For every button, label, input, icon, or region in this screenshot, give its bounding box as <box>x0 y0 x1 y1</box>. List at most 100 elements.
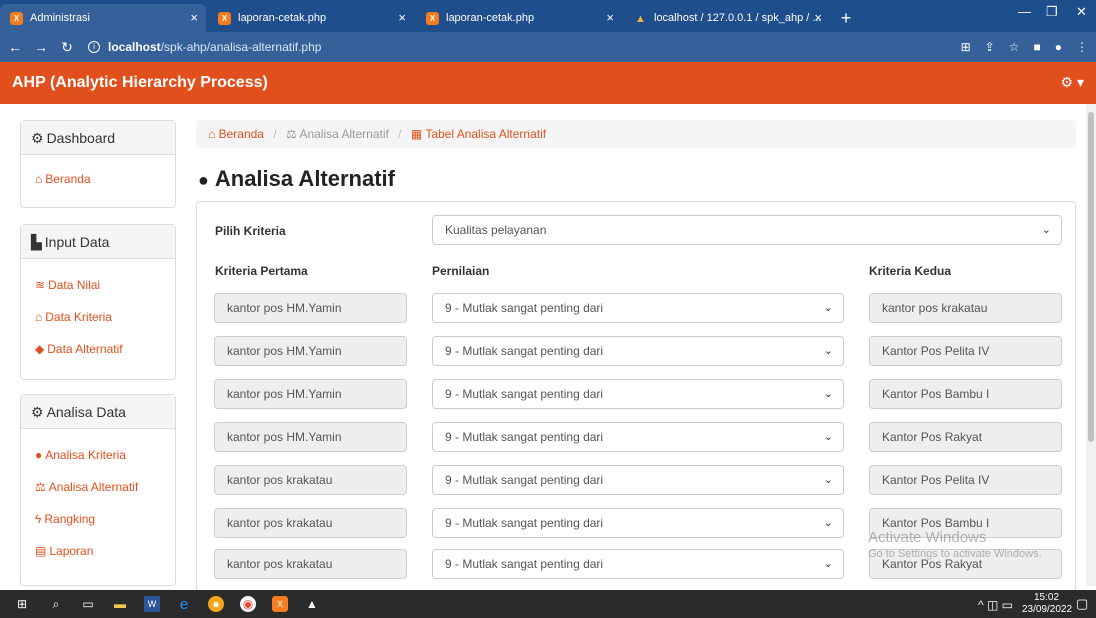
address-bar: ← → ↻ i localhost /spk-ahp/analisa-alter… <box>0 32 1096 62</box>
kriteria-select[interactable]: Kualitas pelayanan ⌄ <box>432 215 1062 245</box>
breadcrumb-analisa[interactable]: ⚖ Analisa Alternatif <box>286 127 389 141</box>
bookmark-star-icon[interactable]: ☆ <box>1009 40 1020 54</box>
clock-time[interactable]: 15:02 <box>1034 592 1059 603</box>
chevron-down-icon: ⌄ <box>823 474 833 486</box>
select-value: 9 - Mutlak sangat penting dari <box>445 344 604 358</box>
close-tab-icon[interactable]: × <box>606 10 614 25</box>
forward-icon[interactable]: → <box>30 39 52 55</box>
sidebar-item-beranda[interactable]: ⌂ Beranda <box>21 163 175 195</box>
sidebar-item-label: Rangking <box>44 512 96 526</box>
select-value: 9 - Mutlak sangat penting dari <box>445 301 604 315</box>
sidebar-item-analisa-alternatif[interactable]: ⚖ Analisa Alternatif <box>21 471 175 503</box>
penilaian-select[interactable]: 9 - Mutlak sangat penting dari ⌄ <box>432 336 844 366</box>
field-value: Kantor Pos Bambu I <box>882 387 990 401</box>
settings-gear-icon[interactable]: ⚙ ▾ <box>1061 74 1084 91</box>
panel-heading: ⚙ Dashboard <box>21 121 175 155</box>
xampp-icon[interactable]: X <box>272 596 288 612</box>
site-info-icon[interactable]: i <box>88 41 100 53</box>
translate-icon[interactable]: ⊞ <box>961 40 971 54</box>
kriteria-pertama-field: kantor pos HM.Yamin <box>214 336 407 366</box>
sidebar-item-analisa-kriteria[interactable]: ● Analisa Kriteria <box>21 439 175 471</box>
browser-tab[interactable]: X laporan-cetak.php × <box>208 4 414 32</box>
sidebar-panel-analisa: ⚙ Analisa Data ● Analisa Kriteria ⚖ Analisa… <box>20 394 176 586</box>
browser-tab[interactable]: ▲ localhost / 127.0.0.1 / spk_ahp / ... … <box>624 4 830 32</box>
page-title-text: Analisa Alternatif <box>214 166 395 191</box>
sidebar-item-data-alternatif[interactable]: ◆ Data Alternatif <box>21 333 175 365</box>
penilaian-select[interactable]: 9 - Mutlak sangat penting dari ⌄ <box>432 465 844 495</box>
breadcrumb-separator: / <box>398 127 402 141</box>
field-value: kantor pos HM.Yamin <box>227 301 342 315</box>
page-scrollbar[interactable] <box>1086 104 1096 586</box>
photos-icon[interactable]: ▲ <box>304 596 320 612</box>
penilaian-select[interactable]: 9 - Mutlak sangat penting dari ⌄ <box>432 508 844 538</box>
select-value: 9 - Mutlak sangat penting dari <box>445 387 604 401</box>
field-value: kantor pos HM.Yamin <box>227 344 342 358</box>
minimize-icon[interactable]: — <box>1018 4 1031 19</box>
select-value: 9 - Mutlak sangat penting dari <box>445 473 604 487</box>
back-icon[interactable]: ← <box>4 39 26 55</box>
chrome-icon[interactable]: ◉ <box>240 596 256 612</box>
clock-date[interactable]: 23/09/2022 <box>1022 604 1072 615</box>
field-value: kantor pos HM.Yamin <box>227 387 342 401</box>
dashboard-icon: ⚙ <box>31 130 44 146</box>
profile-icon[interactable]: ● <box>1055 40 1062 54</box>
bomb-icon: ● <box>198 170 209 190</box>
xampp-favicon-icon: X <box>10 12 23 25</box>
field-value: Kantor Pos Bambu I <box>882 516 990 530</box>
kriteria-kedua-field: Kantor Pos Pelita IV <box>869 465 1062 495</box>
close-tab-icon[interactable]: × <box>398 10 406 25</box>
penilaian-select[interactable]: 9 - Mutlak sangat penting dari ⌄ <box>432 422 844 452</box>
penilaian-select[interactable]: 9 - Mutlak sangat penting dari ⌄ <box>432 379 844 409</box>
browser-tab[interactable]: X laporan-cetak.php × <box>416 4 622 32</box>
windows-start-icon[interactable]: ⊞ <box>14 596 30 612</box>
breadcrumb-home[interactable]: ⌂ Beranda <box>208 127 264 141</box>
share-icon[interactable]: ⇪ <box>985 40 995 54</box>
restore-icon[interactable]: ❐ <box>1046 4 1058 20</box>
reload-icon[interactable]: ↻ <box>56 39 78 56</box>
table-icon: ▦ <box>410 127 426 141</box>
chevron-down-icon: ⌄ <box>823 388 833 400</box>
field-value: kantor pos krakatau <box>882 301 988 315</box>
pilih-kriteria-label: Pilih Kriteria <box>215 224 286 238</box>
url-field[interactable]: i localhost /spk-ahp/analisa-alternatif.… <box>88 40 321 54</box>
browser-tab-strip: X Administrasi × X laporan-cetak.php × X… <box>0 0 1096 32</box>
word-icon[interactable]: W <box>144 596 160 612</box>
app-brand[interactable]: AHP (Analytic Hierarchy Process) <box>12 74 268 92</box>
search-icon[interactable]: ⌕ <box>48 596 64 612</box>
file-icon: ▙ <box>31 234 42 250</box>
home-icon: ⌂ <box>208 127 219 141</box>
sidebar-item-label: Analisa Alternatif <box>48 480 139 494</box>
sidebar-item-data-nilai[interactable]: ≋ Data Nilai <box>21 269 175 301</box>
kriteria-pertama-field: kantor pos krakatau <box>214 549 407 579</box>
file-explorer-icon[interactable]: ▬ <box>112 596 128 612</box>
firefox-icon[interactable]: ● <box>208 596 224 612</box>
sidebar-item-rangking[interactable]: ϟ Rangking <box>21 503 175 535</box>
notification-icon[interactable]: ▢ <box>1076 596 1088 612</box>
sidebar-item-label: Data Nilai <box>48 278 101 292</box>
close-tab-icon[interactable]: × <box>190 10 198 25</box>
breadcrumb-label: Beranda <box>218 127 264 141</box>
phpmyadmin-favicon-icon: ▲ <box>635 12 646 25</box>
scrollbar-thumb[interactable] <box>1088 112 1094 442</box>
cogs-icon: ⚙ <box>31 404 44 420</box>
browser-tab[interactable]: X Administrasi × <box>0 4 206 32</box>
task-view-icon[interactable]: ▭ <box>80 596 96 612</box>
close-window-icon[interactable]: ✕ <box>1076 4 1087 20</box>
sidebar-item-laporan[interactable]: ▤ Laporan <box>21 535 175 567</box>
sidebar-item-data-kriteria[interactable]: ⌂ Data Kriteria <box>21 301 175 333</box>
breadcrumb-separator: / <box>273 127 277 141</box>
column-header-pertama: Kriteria Pertama <box>215 264 308 278</box>
bank-icon: ⌂ <box>35 310 43 324</box>
new-tab-button[interactable]: + <box>832 4 860 32</box>
breadcrumb-label: Analisa Alternatif <box>299 127 389 141</box>
kriteria-pertama-field: kantor pos krakatau <box>214 508 407 538</box>
system-tray-icons[interactable]: ^ ◫ ▭ <box>978 598 1013 612</box>
sidebar-toggle-icon[interactable]: ■ <box>1034 40 1041 54</box>
edge-icon[interactable]: e <box>176 596 192 613</box>
penilaian-select[interactable]: 9 - Mutlak sangat penting dari ⌄ <box>432 293 844 323</box>
close-tab-icon[interactable]: × <box>814 10 822 25</box>
penilaian-select[interactable]: 9 - Mutlak sangat penting dari ⌄ <box>432 549 844 579</box>
chevron-down-icon: ⌄ <box>823 517 833 529</box>
menu-dots-icon[interactable]: ⋮ <box>1076 40 1088 54</box>
field-value: Kantor Pos Pelita IV <box>882 473 990 487</box>
